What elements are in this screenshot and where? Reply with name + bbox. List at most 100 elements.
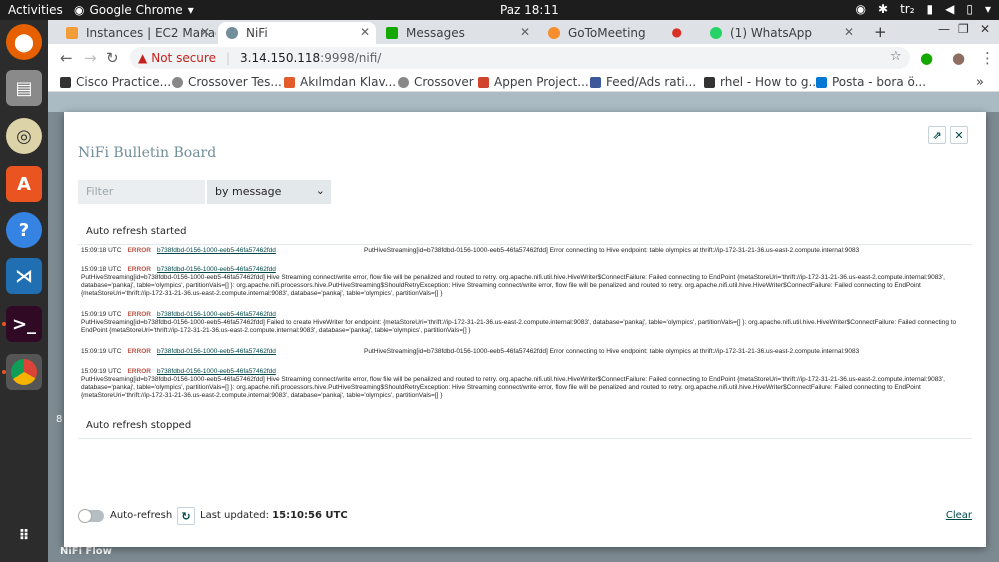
entry-level: ERROR	[127, 368, 151, 375]
clear-link[interactable]: Clear	[946, 510, 972, 521]
rhythmbox-icon[interactable]: ◎	[6, 118, 42, 154]
entry-time: 15:09:18 UTC	[81, 247, 122, 254]
battery-icon[interactable]: ▯	[966, 2, 973, 16]
bookmark-item[interactable]: rhel - How to g...	[704, 75, 820, 89]
divider	[78, 244, 972, 245]
close-window-icon[interactable]: ✕	[980, 22, 990, 36]
bulletin-entry: 15:09:19 UTC ERROR b738fdbd-0156-1000-eeb5…	[81, 368, 969, 400]
bookmark-item[interactable]: Crossover	[398, 75, 474, 89]
entry-time: 15:09:19 UTC	[81, 368, 122, 375]
entry-message: PutHiveStreaming[id=b738fdbd-0156-1000-e…	[364, 348, 860, 355]
tab-ec2[interactable]: Instances | EC2 Manage ✕	[58, 22, 216, 44]
last-updated-label: Last updated:	[200, 510, 269, 521]
more-bookmarks-icon[interactable]: »	[976, 75, 984, 90]
filter-input[interactable]: Filter	[78, 180, 205, 204]
app-menu[interactable]: ◉ Google Chrome ▾	[74, 3, 194, 17]
bookmark-icon	[398, 76, 409, 88]
bookmark-item[interactable]: Posta - bora ö...	[816, 75, 926, 89]
help-icon[interactable]: ?	[6, 212, 42, 248]
security-status[interactable]: Not secure	[151, 51, 216, 65]
bookmark-item[interactable]: Akılmdan Klav...	[284, 75, 396, 89]
reload-icon[interactable]: ↻	[106, 49, 119, 67]
bookmark-label: rhel - How to g...	[720, 75, 820, 89]
entry-source-link[interactable]: b738fdbd-0156-1000-eeb5-46fa57462fdd	[157, 266, 276, 273]
entry-message: PutHiveStreaming[id=b738fdbd-0156-1000-e…	[81, 274, 945, 297]
entry-source-link[interactable]: b738fdbd-0156-1000-eeb5-46fa57462fdd	[157, 348, 276, 355]
tab-messages[interactable]: Messages ✕	[378, 22, 536, 44]
files-icon[interactable]: ▤	[6, 70, 42, 106]
maximize-icon[interactable]: ❐	[958, 22, 969, 36]
chrome-dock-icon[interactable]	[6, 354, 42, 390]
menu-icon[interactable]: ⋮	[980, 49, 995, 67]
close-icon[interactable]: ✕	[360, 25, 370, 39]
system-top-bar: Activities ◉ Google Chrome ▾ Paz 18:11 ◉…	[0, 0, 999, 20]
entry-level: ERROR	[127, 311, 151, 318]
filter-type-select[interactable]: by message ⌄	[207, 180, 331, 204]
firefox-icon[interactable]: ⬤	[6, 24, 42, 60]
close-icon[interactable]: ✕	[950, 126, 968, 144]
activities-button[interactable]: Activities	[8, 3, 63, 17]
warning-icon[interactable]: ▲	[138, 51, 147, 65]
bulletin-entry: 15:09:19 UTC ERROR b738fdbd-0156-1000-eeb5…	[81, 348, 969, 356]
entry-source-link[interactable]: b738fdbd-0156-1000-eeb5-46fa57462fdd	[157, 368, 276, 375]
apps-grid-icon[interactable]: ⠿	[6, 518, 42, 554]
bookmark-label: Feed/Ads rati...	[606, 75, 697, 89]
bookmark-icon	[590, 76, 601, 88]
avatar[interactable]: ●	[952, 49, 965, 67]
app-menu-label: Google Chrome	[89, 3, 183, 17]
entry-source-link[interactable]: b738fdbd-0156-1000-eeb5-46fa57462fdd	[157, 247, 276, 254]
input-method[interactable]: tr₂	[900, 2, 914, 16]
bookmark-item[interactable]: Feed/Ads rati...	[590, 75, 696, 89]
side-label: 8	[56, 414, 63, 425]
bookmark-icon	[478, 76, 489, 88]
tab-label: (1) WhatsApp	[730, 26, 813, 40]
system-tray[interactable]: ◉ ✱ tr₂ ▮ ◀ ▯ ▾	[856, 2, 991, 16]
volume-icon[interactable]: ◀	[945, 2, 954, 16]
tab-gotomeeting[interactable]: GoToMeeting ●	[540, 22, 688, 44]
bookmark-icon	[704, 76, 715, 88]
vscode-icon[interactable]: ⋊	[6, 258, 42, 294]
entry-message: PutHiveStreaming[id=b738fdbd-0156-1000-e…	[81, 319, 957, 334]
chrome-tray-icon[interactable]: ◉	[856, 2, 866, 16]
breadcrumb[interactable]: NiFi Flow	[60, 546, 112, 557]
entry-message: PutHiveStreaming[id=b738fdbd-0156-1000-e…	[364, 247, 860, 254]
new-tab-button[interactable]: +	[874, 23, 887, 41]
software-icon[interactable]: A	[6, 166, 42, 202]
bulletin-entry: 15:09:18 UTC ERROR b738fdbd-0156-1000-eeb5…	[81, 247, 969, 255]
bookmarks-bar: Cisco Practice... Crossover Tes... Akılm…	[48, 72, 999, 92]
minimize-icon[interactable]: —	[938, 22, 950, 36]
clock[interactable]: Paz 18:11	[500, 3, 559, 17]
aws-icon	[66, 27, 78, 39]
close-icon[interactable]: ✕	[844, 25, 854, 39]
close-icon[interactable]: ✕	[200, 25, 210, 39]
bookmark-star-icon[interactable]: ☆	[890, 49, 902, 64]
filter-type-value: by message	[215, 185, 282, 198]
last-updated: Last updated: 15:10:56 UTC	[200, 510, 348, 521]
tab-nifi[interactable]: NiFi ✕	[218, 22, 376, 44]
power-menu-icon[interactable]: ▾	[985, 2, 991, 16]
close-icon[interactable]: ✕	[520, 25, 530, 39]
bookmark-item[interactable]: Appen Project...	[478, 75, 589, 89]
back-icon[interactable]: ←	[60, 49, 73, 67]
extension-icon[interactable]: ●	[920, 49, 933, 67]
url-field[interactable]: ▲ Not secure | 3.14.150.118 :9998/nifi/	[130, 47, 910, 69]
refresh-icon[interactable]: ↻	[177, 507, 195, 525]
bookmark-item[interactable]: Crossover Tes...	[172, 75, 282, 89]
toggle-knob	[78, 509, 92, 523]
dialog-title: NiFi Bulletin Board	[78, 145, 217, 161]
running-indicator	[2, 370, 6, 374]
bookmark-icon	[172, 76, 183, 88]
terminal-icon[interactable]: >_	[6, 306, 42, 342]
tab-whatsapp[interactable]: (1) WhatsApp ✕	[702, 22, 860, 44]
whatsapp-icon	[710, 27, 722, 39]
forward-icon[interactable]: →	[84, 49, 97, 67]
bluetooth-icon[interactable]: ✱	[878, 2, 888, 16]
tab-label: GoToMeeting	[568, 26, 646, 40]
divider	[78, 438, 972, 439]
open-in-window-icon[interactable]: ⇗	[928, 126, 946, 144]
auto-refresh-toggle[interactable]	[78, 509, 104, 523]
bookmark-item[interactable]: Cisco Practice...	[60, 75, 171, 89]
entry-source-link[interactable]: b738fdbd-0156-1000-eeb5-46fa57462fdd	[157, 311, 276, 318]
entry-level: ERROR	[127, 348, 151, 355]
network-icon[interactable]: ▮	[927, 2, 934, 16]
